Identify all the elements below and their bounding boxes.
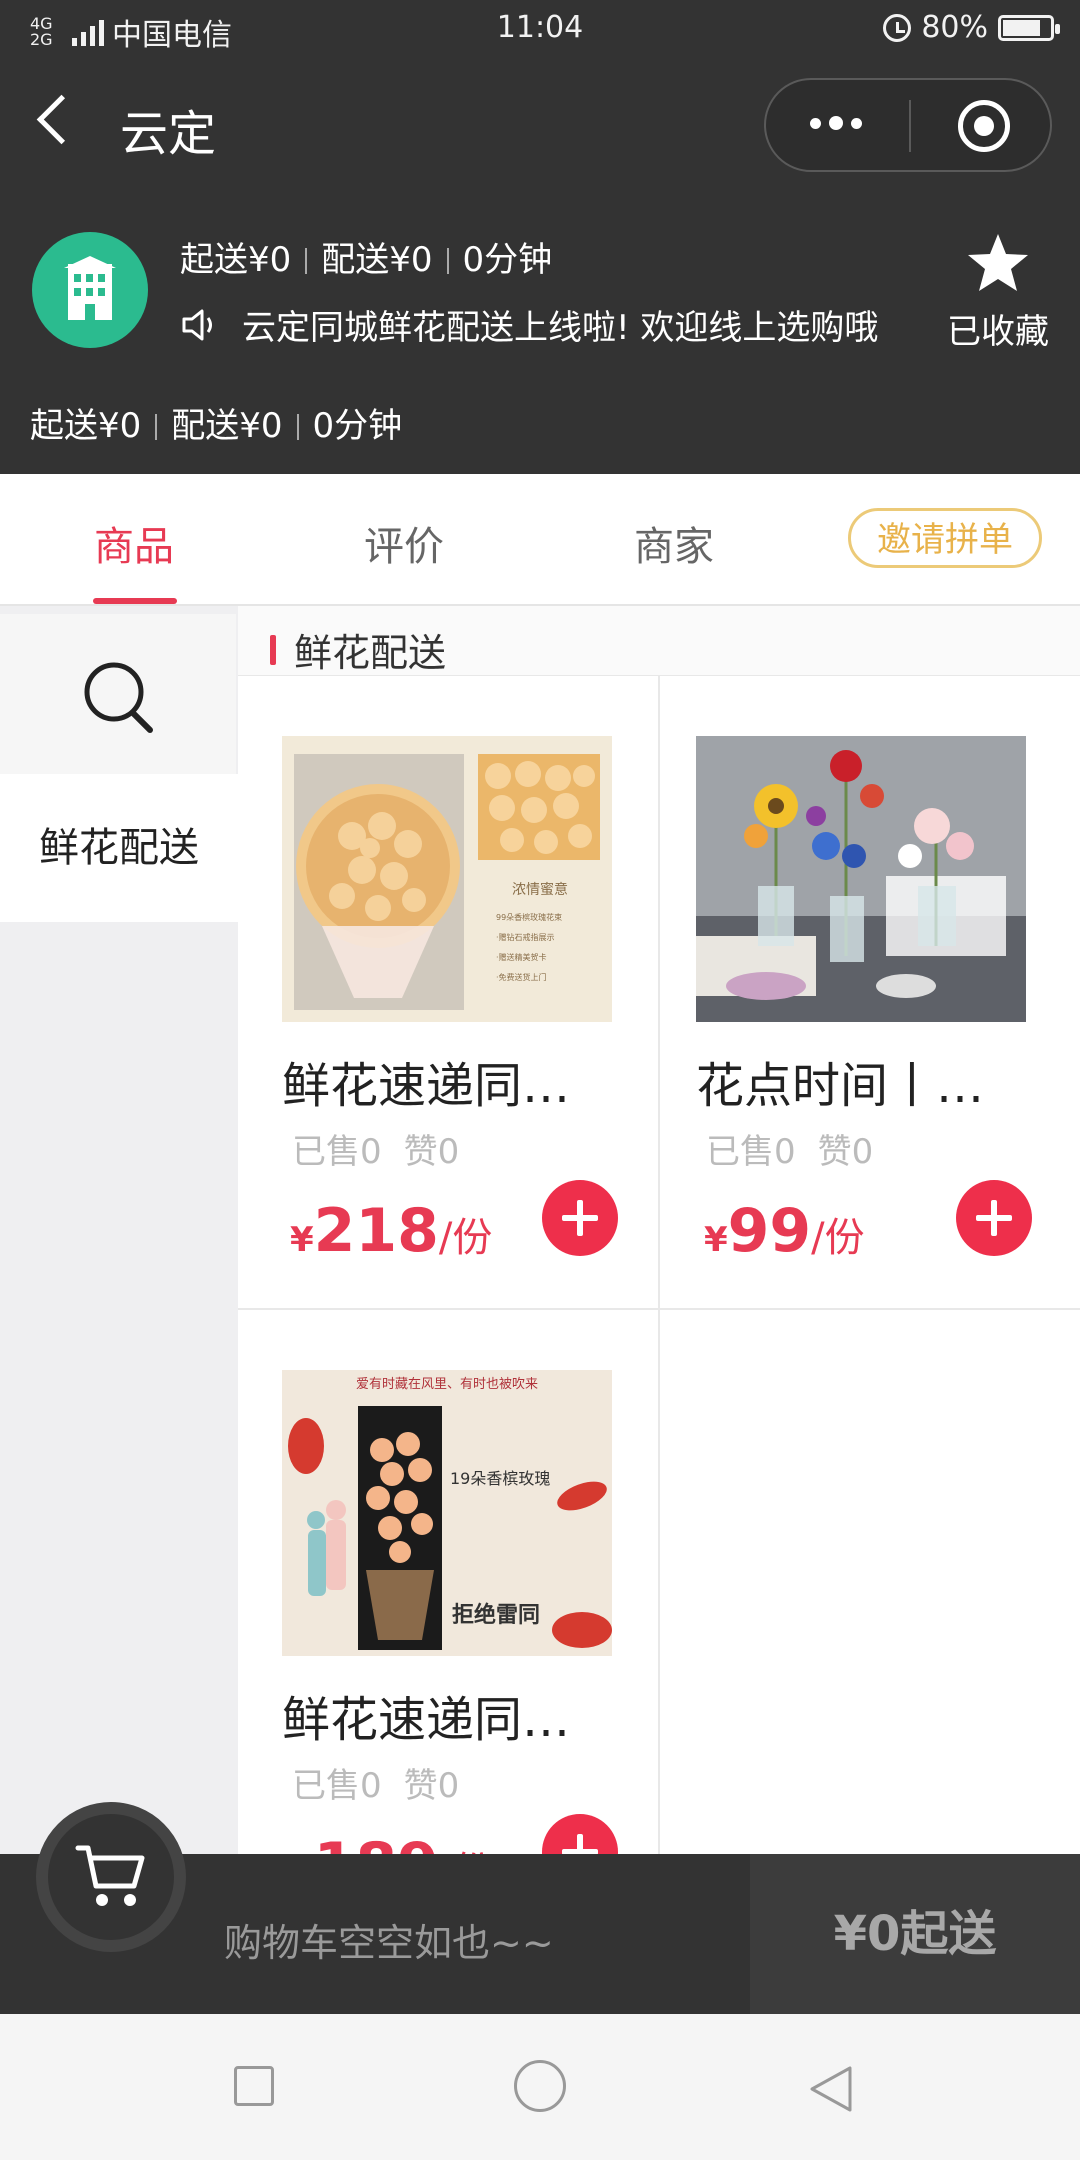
battery-fill bbox=[1003, 19, 1040, 36]
shop-header: 云定 起送¥0 配送¥0 0分钟 云定同城鲜花配送上线啦! 欢迎线上选购哦 起送¥0… bbox=[0, 56, 1080, 474]
image-banner: 爱有时藏在风里、有时也被吹来 bbox=[356, 1377, 538, 1392]
product-card[interactable]: 花点时间丨… 已售0 赞0 ¥99/份 bbox=[660, 676, 1080, 1308]
product-price: ¥218/份 bbox=[290, 1196, 493, 1266]
shop-notice: 云定同城鲜花配送上线啦! 欢迎线上选购哦 bbox=[180, 300, 878, 349]
battery-percent: 80% bbox=[921, 10, 988, 45]
product-list: 鲜花配送 浓情蜜意 99朵香槟玫瑰花束 ·赠钻石戒指展示 ·赠送精美贺卡 ·免费… bbox=[238, 606, 1080, 1854]
min-order-label: 起送¥0 bbox=[30, 406, 142, 446]
speaker-icon bbox=[182, 309, 212, 340]
back-nav-icon[interactable] bbox=[806, 2064, 854, 2114]
sidebar-search-button[interactable] bbox=[0, 614, 236, 774]
product-stats: 已售0 赞0 bbox=[292, 1758, 481, 1807]
sidebar-item-flower-delivery[interactable]: 鲜花配送 bbox=[0, 774, 238, 922]
product-image: 爱有时藏在风里、有时也被吹来 19朵香槟玫瑰 拒绝雷同 bbox=[282, 1370, 612, 1656]
shop-logo bbox=[32, 232, 148, 348]
image-product-name: 19朵香槟玫瑰 bbox=[450, 1469, 550, 1488]
system-nav-bar bbox=[0, 2014, 1080, 2160]
tab-active-indicator bbox=[93, 598, 177, 604]
product-stats: 已售0 赞0 bbox=[706, 1124, 895, 1173]
image-stamp: 拒绝雷同 bbox=[452, 1602, 540, 1628]
delivery-time-label: 0分钟 bbox=[312, 406, 403, 446]
image-caption-title: 浓情蜜意 bbox=[512, 881, 568, 898]
more-icon[interactable] bbox=[810, 116, 862, 130]
tab-merchant[interactable]: 商家 bbox=[634, 514, 714, 572]
favorite-button[interactable]: 已收藏 bbox=[940, 232, 1056, 353]
shop-delivery-info: 起送¥0 配送¥0 0分钟 bbox=[180, 232, 552, 281]
target-icon[interactable] bbox=[958, 100, 1010, 152]
section-marker bbox=[270, 634, 276, 665]
add-to-cart-button[interactable] bbox=[542, 1180, 618, 1256]
notice-text: 云定同城鲜花配送上线啦! 欢迎线上选购哦 bbox=[242, 308, 879, 348]
product-stats: 已售0 赞0 bbox=[292, 1124, 481, 1173]
image-caption-line: ·赠钻石戒指展示 bbox=[496, 932, 555, 942]
page-title: 云定 bbox=[120, 106, 217, 162]
star-icon bbox=[968, 234, 1028, 291]
product-image: 浓情蜜意 99朵香槟玫瑰花束 ·赠钻石戒指展示 ·赠送精美贺卡 ·免费送货上门 bbox=[282, 736, 612, 1022]
add-to-cart-button[interactable] bbox=[542, 1814, 618, 1854]
min-order-label: 起送¥0 bbox=[180, 240, 292, 280]
alarm-icon bbox=[883, 13, 912, 42]
cart-icon bbox=[75, 1845, 145, 1906]
product-image bbox=[696, 736, 1026, 1022]
tab-reviews[interactable]: 评价 bbox=[364, 514, 444, 572]
product-price: ¥189/份 bbox=[290, 1830, 493, 1854]
tab-bar: 商品 评价 商家 邀请拼单 bbox=[0, 474, 1080, 606]
shop-delivery-info-secondary: 起送¥0 配送¥0 0分钟 bbox=[30, 398, 402, 447]
section-header: 鲜花配送 bbox=[270, 622, 446, 677]
search-icon bbox=[84, 662, 153, 733]
image-caption-line: ·免费送货上门 bbox=[496, 972, 547, 982]
image-caption-line: 99朵香槟玫瑰花束 bbox=[496, 912, 562, 922]
back-icon[interactable] bbox=[36, 94, 87, 145]
product-price: ¥99/份 bbox=[704, 1196, 865, 1266]
product-name: 鲜花速递同… bbox=[282, 1058, 571, 1114]
delivery-fee-label: 配送¥0 bbox=[321, 240, 433, 280]
delivery-time-label: 0分钟 bbox=[462, 240, 553, 280]
sold-count: 已售0 bbox=[706, 1132, 796, 1172]
like-count: 赞0 bbox=[817, 1132, 874, 1172]
category-sidebar: 鲜花配送 bbox=[0, 606, 238, 1854]
favorite-label: 已收藏 bbox=[947, 312, 1049, 352]
empty-grid-cell bbox=[660, 1310, 1080, 1854]
battery-icon bbox=[998, 14, 1060, 41]
tab-goods[interactable]: 商品 bbox=[94, 514, 174, 572]
like-count: 赞0 bbox=[403, 1766, 460, 1806]
clock: 11:04 bbox=[496, 10, 584, 45]
add-to-cart-button[interactable] bbox=[956, 1180, 1032, 1256]
miniprogram-capsule bbox=[764, 78, 1052, 172]
invite-group-order-button[interactable]: 邀请拼单 bbox=[848, 508, 1042, 568]
product-name: 鲜花速递同… bbox=[282, 1692, 571, 1748]
delivery-fee-label: 配送¥0 bbox=[171, 406, 283, 446]
building-icon bbox=[64, 256, 116, 320]
sold-count: 已售0 bbox=[292, 1132, 382, 1172]
home-button[interactable] bbox=[514, 2060, 566, 2112]
image-caption-line: ·赠送精美贺卡 bbox=[496, 952, 547, 962]
status-bar: 4G 2G 中国电信 11:04 80% bbox=[0, 0, 1080, 56]
checkout-button[interactable]: ¥0起送 bbox=[750, 1854, 1080, 2014]
sold-count: 已售0 bbox=[292, 1766, 382, 1806]
recent-apps-button[interactable] bbox=[234, 2066, 274, 2106]
product-name: 花点时间丨… bbox=[696, 1058, 985, 1114]
section-title: 鲜花配送 bbox=[294, 631, 447, 675]
product-card[interactable]: 爱有时藏在风里、有时也被吹来 19朵香槟玫瑰 拒绝雷同 鲜花速递同… 已售0 赞0 bbox=[238, 1310, 658, 1854]
cart-button[interactable] bbox=[36, 1802, 186, 1952]
cart-empty-text: 购物车空空如也~~ bbox=[224, 1921, 554, 1965]
product-card[interactable]: 浓情蜜意 99朵香槟玫瑰花束 ·赠钻石戒指展示 ·赠送精美贺卡 ·免费送货上门 鲜花速… bbox=[238, 676, 658, 1308]
like-count: 赞0 bbox=[403, 1132, 460, 1172]
capsule-divider bbox=[909, 100, 911, 152]
